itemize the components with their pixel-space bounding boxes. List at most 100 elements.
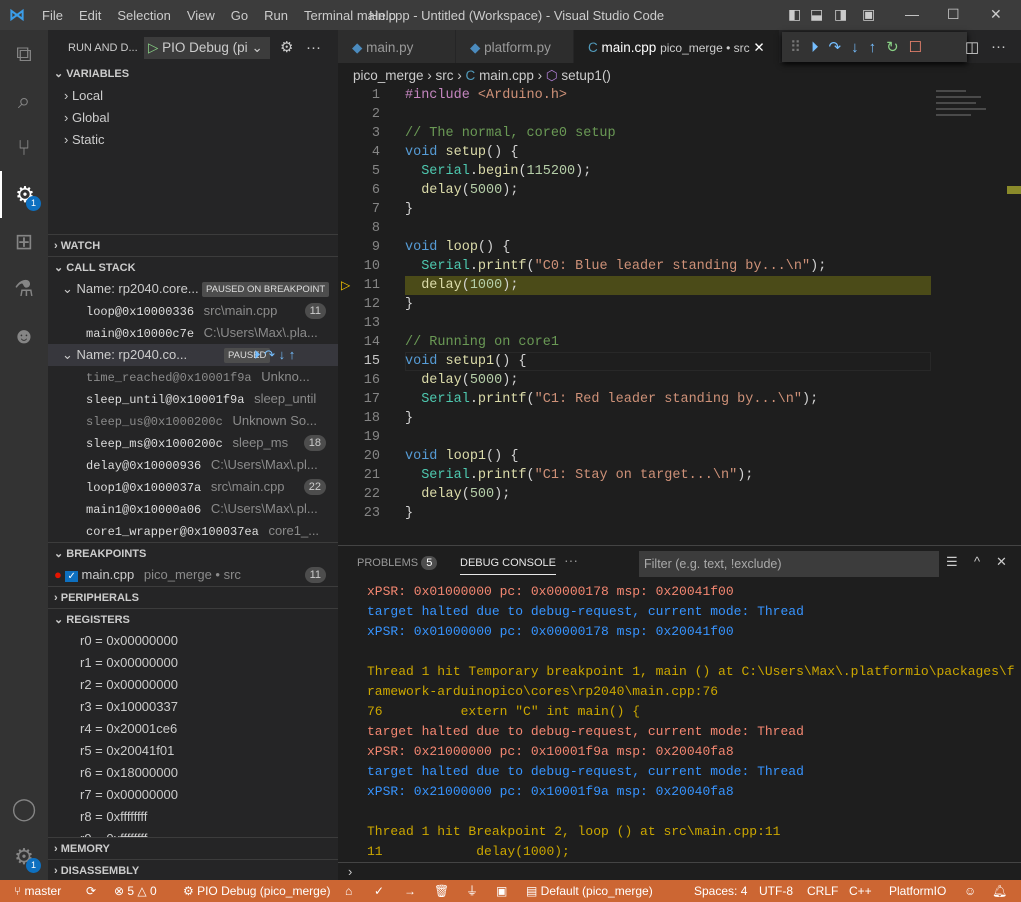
tab-main-cpp[interactable]: C main.cpp pico_merge • src ✕ xyxy=(574,30,780,63)
drag-handle-icon[interactable]: ⠿ xyxy=(790,38,801,56)
register-item[interactable]: r2 = 0x00000000 xyxy=(48,674,338,696)
more-actions-icon[interactable]: ··· xyxy=(306,30,321,66)
breakpoints-section-header[interactable]: ⌄ BREAKPOINTS xyxy=(48,542,338,564)
stack-frame[interactable]: time_reached@0x10001f9a Unkno... xyxy=(48,366,338,388)
breadcrumb-item[interactable]: src xyxy=(436,68,454,83)
search-icon[interactable]: ⌕ xyxy=(0,77,48,124)
register-item[interactable]: r6 = 0x18000000 xyxy=(48,762,338,784)
register-item[interactable]: r3 = 0x10000337 xyxy=(48,696,338,718)
breadcrumb-item[interactable]: pico_merge xyxy=(353,68,424,83)
clean-icon[interactable]: 🗑 xyxy=(434,880,449,902)
stack-frame[interactable]: sleep_until@0x10001f9a sleep_until xyxy=(48,388,338,410)
scope-local[interactable]: › Local xyxy=(48,85,338,107)
testing-icon[interactable]: ⚗ xyxy=(0,265,48,312)
encoding-status[interactable]: UTF-8 xyxy=(759,880,793,902)
register-item[interactable]: r5 = 0x20041f01 xyxy=(48,740,338,762)
toggle-secondary-icon[interactable]: ◨ xyxy=(834,6,847,23)
stack-frame[interactable]: main@0x10000c7e C:\Users\Max\.pla... xyxy=(48,322,338,344)
debug-config-select[interactable]: ▷ PIO Debug (pi ⌄ xyxy=(144,37,270,59)
tab-debug-console[interactable]: DEBUG CONSOLE xyxy=(460,557,556,575)
problems-status[interactable]: ⊗ 5 △ 0 xyxy=(114,880,157,902)
toggle-panel-icon[interactable]: ⬓ xyxy=(810,6,823,23)
breakpoint-checkbox[interactable]: ✓ xyxy=(65,571,78,582)
split-editor-icon[interactable]: ◫ xyxy=(965,38,979,56)
run-debug-icon[interactable]: ⚙ 1 xyxy=(0,171,48,218)
register-item[interactable]: r9 = 0xffffffff xyxy=(48,828,338,837)
step-over-icon[interactable]: ↷ xyxy=(829,38,842,56)
menu-run[interactable]: Run xyxy=(256,8,296,23)
notifications-bell-icon[interactable]: 🔔︎ xyxy=(992,880,1007,902)
toggle-sidebar-icon[interactable]: ◧ xyxy=(788,6,801,23)
registers-section-header[interactable]: ⌄ REGISTERS xyxy=(48,608,338,630)
callstack-section-header[interactable]: ⌄ CALL STACK xyxy=(48,256,338,278)
eol-status[interactable]: CRLF xyxy=(807,880,838,902)
step-out-icon[interactable]: ↑ xyxy=(869,39,877,56)
tab-problems[interactable]: PROBLEMS 5 xyxy=(357,556,438,570)
build-icon[interactable]: ✓ xyxy=(374,880,384,902)
close-tab-icon[interactable]: ✕ xyxy=(753,40,764,55)
home-icon[interactable]: ⌂ xyxy=(345,880,352,902)
scope-global[interactable]: › Global xyxy=(48,107,338,129)
terminal-icon[interactable]: ▣ xyxy=(496,880,507,902)
stack-frame[interactable]: loop1@0x1000037a src\main.cpp 22 xyxy=(48,476,338,498)
scope-static[interactable]: › Static xyxy=(48,129,338,151)
variables-section-header[interactable]: ⌄ VARIABLES xyxy=(48,63,338,85)
settings-gear-icon[interactable]: ⚙ 1 xyxy=(0,833,48,880)
gear-icon[interactable]: ⚙ xyxy=(280,30,293,66)
stack-frame[interactable]: delay@0x10000936 C:\Users\Max\.pl... xyxy=(48,454,338,476)
stack-frame[interactable]: sleep_ms@0x1000200c sleep_ms 18 xyxy=(48,432,338,454)
stop-icon[interactable]: ☐ xyxy=(909,38,922,56)
menu-view[interactable]: View xyxy=(179,8,223,23)
stack-frame[interactable]: loop@0x10000336 src\main.cpp 11 xyxy=(48,300,338,322)
tab-platform-py[interactable]: ◆ platform.py xyxy=(456,30,574,63)
thread-item[interactable]: ⌄ Name: rp2040.core... PAUSED ON BREAKPOI… xyxy=(48,278,338,300)
menu-help[interactable]: Help xyxy=(361,8,404,23)
register-item[interactable]: r8 = 0xffffffff xyxy=(48,806,338,828)
code-view[interactable]: 1 #include <Arduino.h> 2 3// The normal, co… xyxy=(338,86,938,523)
source-control-icon[interactable]: ⑂ xyxy=(0,124,48,171)
menu-go[interactable]: Go xyxy=(223,8,256,23)
feedback-icon[interactable]: ☺ xyxy=(964,880,976,902)
menu-file[interactable]: File xyxy=(34,8,71,23)
serial-monitor-icon[interactable]: ⏚ xyxy=(466,880,478,902)
breadcrumb-item[interactable]: main.cpp xyxy=(479,68,534,83)
memory-section-header[interactable]: › MEMORY xyxy=(48,837,338,859)
maximize-button[interactable]: ☐ xyxy=(947,6,960,23)
account-icon[interactable]: ◯ xyxy=(0,785,48,832)
tab-main-py[interactable]: ◆ main.py xyxy=(338,30,456,63)
minimize-button[interactable]: — xyxy=(905,6,919,22)
peripherals-section-header[interactable]: › PERIPHERALS xyxy=(48,586,338,608)
minimap[interactable] xyxy=(936,86,1006,146)
indent-status[interactable]: Spaces: 4 xyxy=(694,880,747,902)
thread-continue-icon[interactable]: ⏵ ↷ ↓ ↑ xyxy=(254,344,295,366)
maximize-panel-icon[interactable]: ^ xyxy=(974,554,980,569)
menu-edit[interactable]: Edit xyxy=(71,8,109,23)
upload-icon[interactable]: → xyxy=(404,880,416,902)
restart-icon[interactable]: ↻ xyxy=(886,38,899,56)
editor-more-icon[interactable]: ··· xyxy=(991,38,1006,55)
close-panel-icon[interactable]: ✕ xyxy=(996,554,1007,570)
debug-status[interactable]: ⚙ PIO Debug (pico_merge) xyxy=(183,880,331,902)
platformio-status[interactable]: PlatformIO xyxy=(889,880,946,902)
explorer-icon[interactable]: ⧉ xyxy=(0,30,48,77)
close-window-button[interactable]: ✕ xyxy=(990,6,1002,23)
stack-frame[interactable]: main1@0x10000a06 C:\Users\Max\.pl... xyxy=(48,498,338,520)
register-item[interactable]: r1 = 0x00000000 xyxy=(48,652,338,674)
stack-frame[interactable]: sleep_us@0x1000200c Unknown So... xyxy=(48,410,338,432)
extensions-icon[interactable]: ⊞ xyxy=(0,218,48,265)
disassembly-section-header[interactable]: › DISASSEMBLY xyxy=(48,859,338,880)
breakpoint-item[interactable]: ● ✓ main.cpp pico_merge • src 11 xyxy=(48,564,338,586)
register-item[interactable]: r4 = 0x20001ce6 xyxy=(48,718,338,740)
menu-terminal[interactable]: Terminal xyxy=(296,8,361,23)
layout-icon[interactable]: ▣ xyxy=(862,6,875,23)
breadcrumb-item[interactable]: setup1() xyxy=(561,68,611,83)
sync-icon[interactable]: ⟳ xyxy=(86,880,96,902)
clear-console-icon[interactable]: ☰ xyxy=(946,554,958,570)
thread-item[interactable]: ⌄ Name: rp2040.co... PAUSED ⏵ ↷ ↓ ↑ xyxy=(48,344,338,366)
platformio-icon[interactable]: ☻ xyxy=(0,312,48,359)
watch-section-header[interactable]: › WATCH xyxy=(48,234,338,256)
language-status[interactable]: C++ xyxy=(849,880,872,902)
menu-selection[interactable]: Selection xyxy=(109,8,178,23)
panel-more-icon[interactable]: ··· xyxy=(564,552,578,568)
console-filter-input[interactable]: Filter (e.g. text, !exclude) xyxy=(639,551,939,577)
